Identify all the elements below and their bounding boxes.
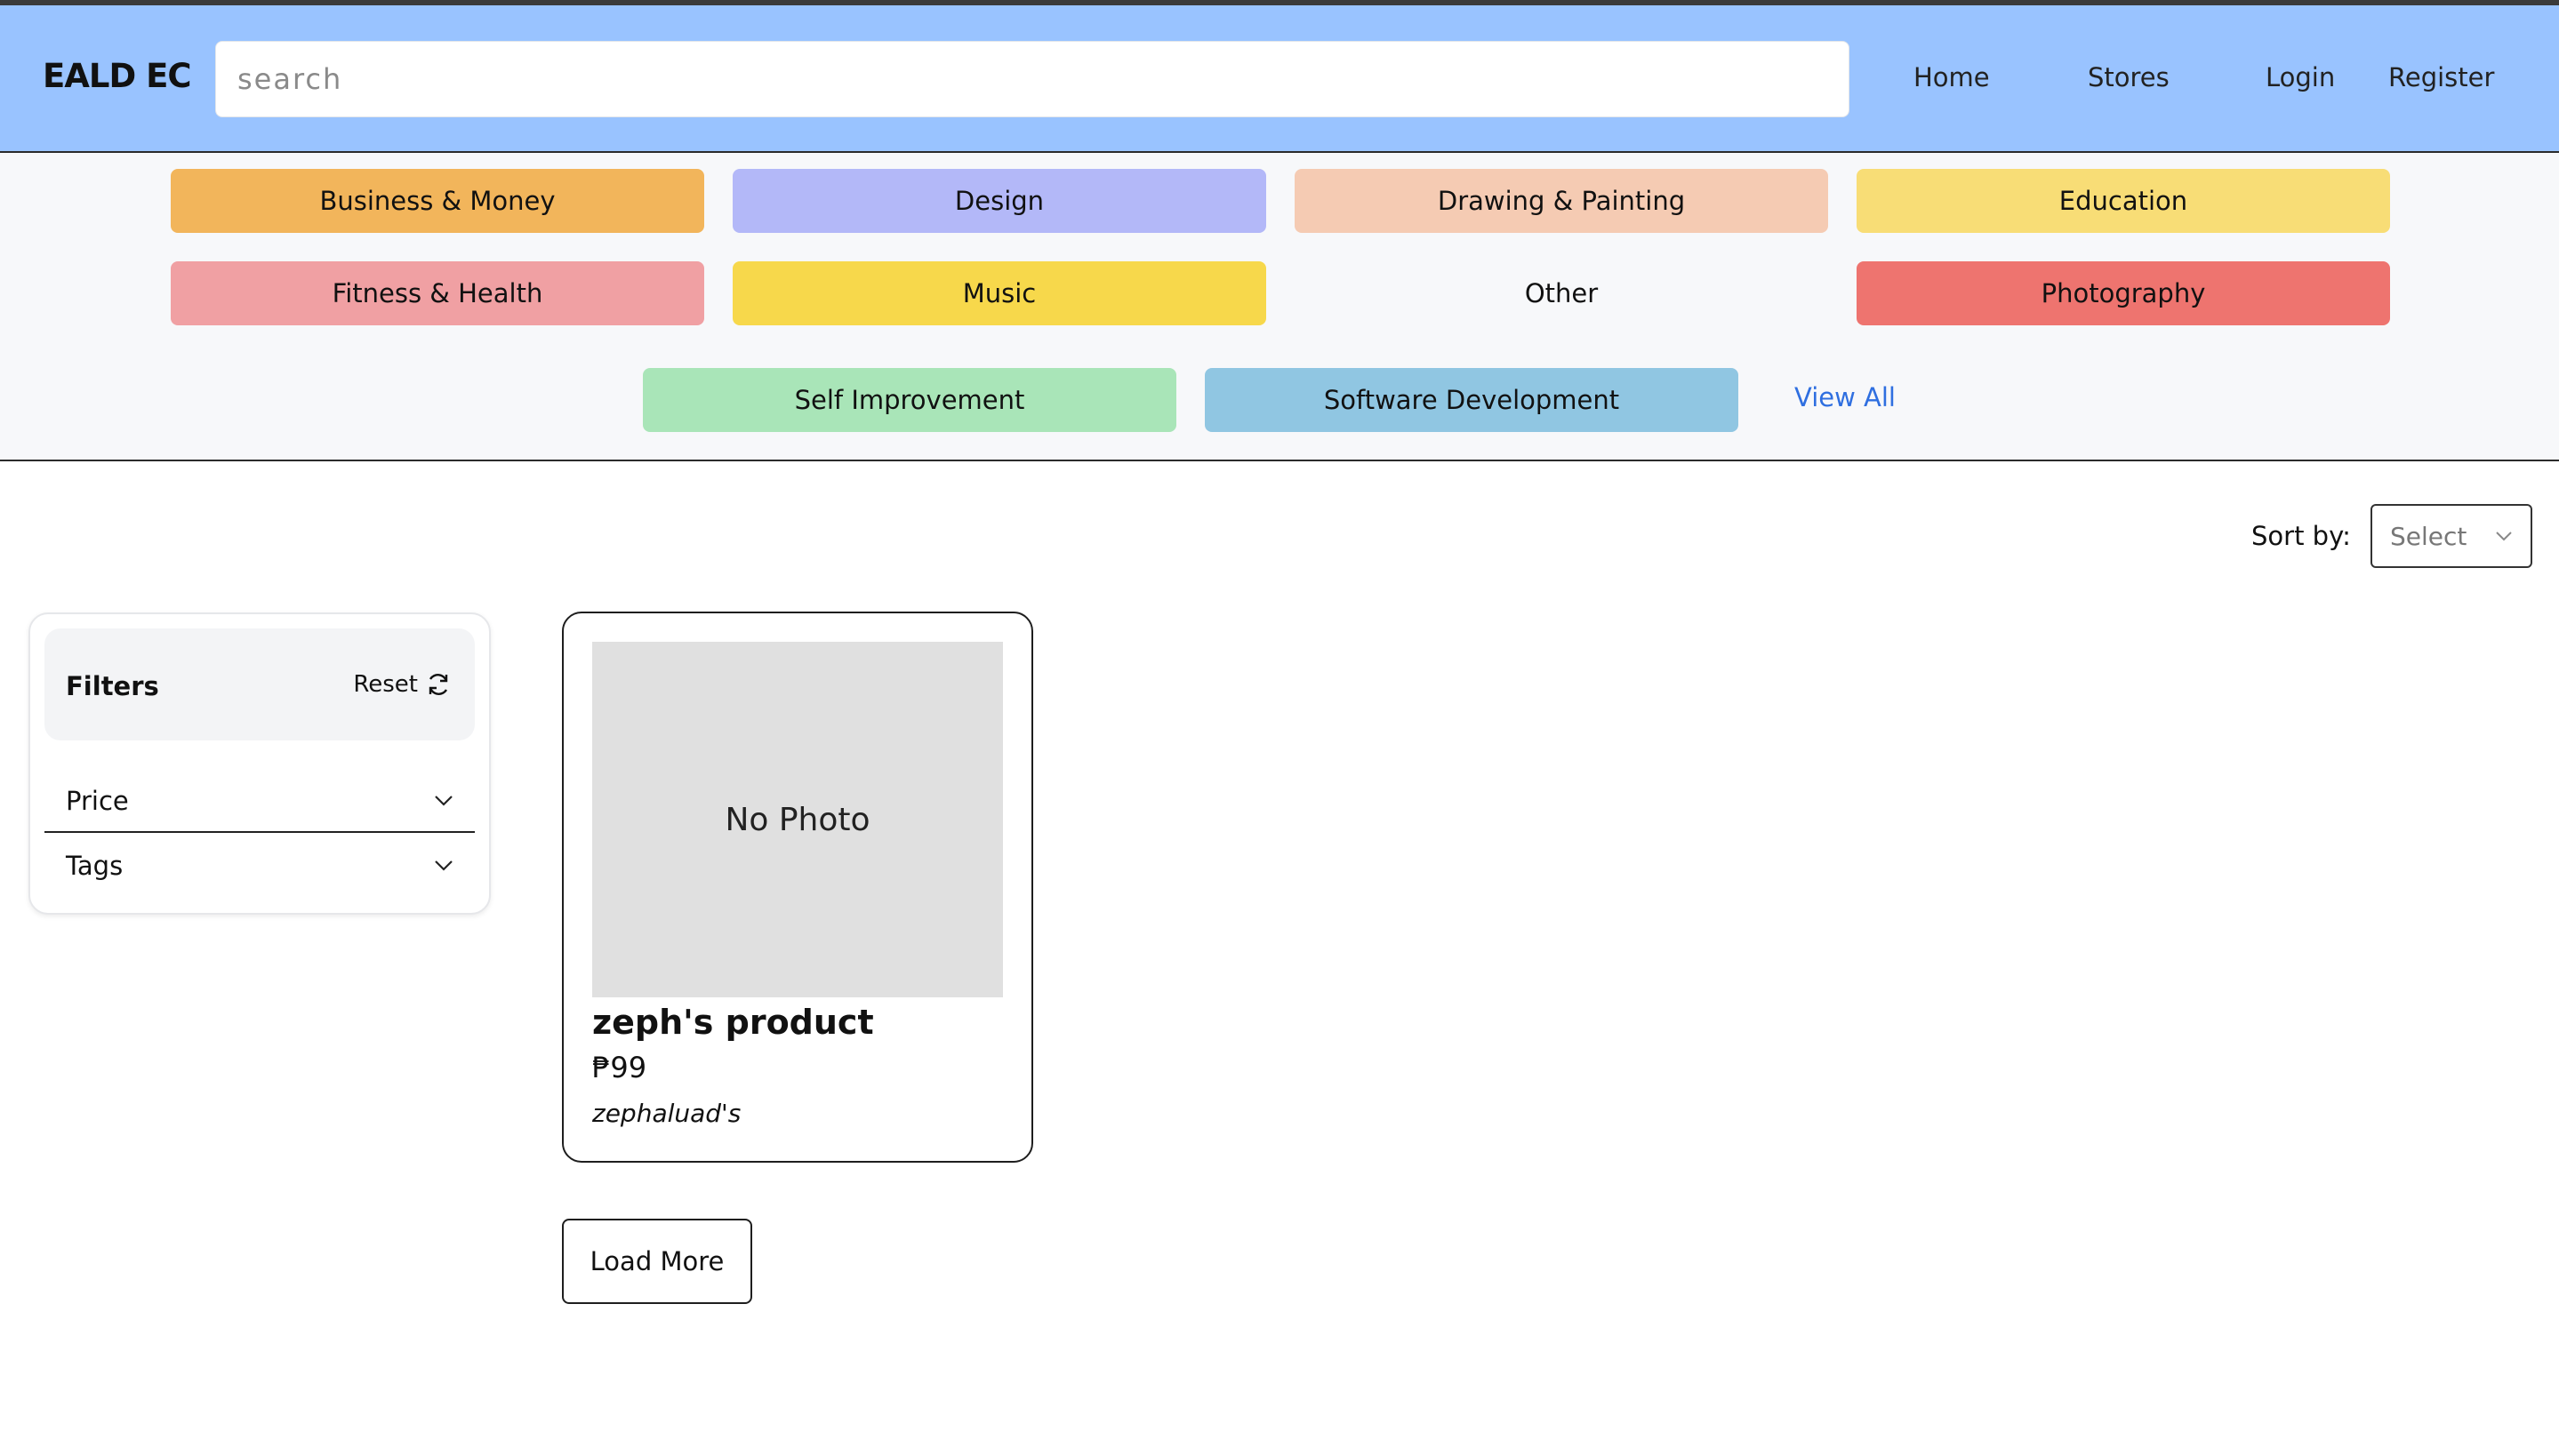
chevron-down-icon xyxy=(434,795,453,807)
chevron-down-icon xyxy=(2495,531,2513,541)
sort-select-value: Select xyxy=(2390,521,2467,551)
load-more-button[interactable]: Load More xyxy=(562,1219,752,1304)
category-business-money[interactable]: Business & Money xyxy=(171,169,704,233)
price-filter-toggle[interactable]: Price xyxy=(44,771,475,833)
tags-filter-toggle[interactable]: Tags xyxy=(44,835,475,897)
filters-panel: Filters Reset Price Tags xyxy=(28,612,491,915)
category-self-improvement[interactable]: Self Improvement xyxy=(643,368,1176,432)
product-store-name: zephaluad's xyxy=(592,1099,742,1128)
view-all-categories-link[interactable]: View All xyxy=(1794,382,1896,412)
category-photography[interactable]: Photography xyxy=(1857,261,2390,325)
reset-filters-button[interactable]: Reset xyxy=(353,671,452,698)
filters-title: Filters xyxy=(66,671,159,701)
site-logo[interactable]: EALD EC xyxy=(43,57,192,95)
refresh-icon xyxy=(425,671,452,698)
chevron-down-icon xyxy=(434,860,453,872)
price-filter-label: Price xyxy=(66,786,129,816)
search-input[interactable] xyxy=(215,41,1849,117)
top-navbar: EALD EC Home Stores Login Register xyxy=(0,5,2559,153)
category-education[interactable]: Education xyxy=(1857,169,2390,233)
category-bar: Business & Money Design Drawing & Painti… xyxy=(0,153,2559,461)
category-design[interactable]: Design xyxy=(733,169,1266,233)
sort-select[interactable]: Select xyxy=(2370,504,2532,568)
category-software-development[interactable]: Software Development xyxy=(1205,368,1738,432)
category-fitness-health[interactable]: Fitness & Health xyxy=(171,261,704,325)
product-card[interactable]: No Photo zeph's product ₱99 zephaluad's xyxy=(562,612,1033,1163)
tags-filter-label: Tags xyxy=(66,851,124,881)
sort-label: Sort by: xyxy=(2251,521,2351,551)
category-other[interactable]: Other xyxy=(1295,261,1828,325)
category-drawing-painting[interactable]: Drawing & Painting xyxy=(1295,169,1828,233)
nav-login-link[interactable]: Login xyxy=(2266,62,2335,92)
product-price: ₱99 xyxy=(592,1051,647,1084)
product-name: zeph's product xyxy=(592,1003,874,1042)
nav-stores-link[interactable]: Stores xyxy=(2088,62,2170,92)
nav-home-link[interactable]: Home xyxy=(1913,62,1990,92)
nav-register-link[interactable]: Register xyxy=(2388,62,2494,92)
filters-header: Filters Reset xyxy=(44,628,475,740)
category-music[interactable]: Music xyxy=(733,261,1266,325)
product-photo-placeholder: No Photo xyxy=(592,642,1003,997)
reset-label: Reset xyxy=(353,671,418,698)
